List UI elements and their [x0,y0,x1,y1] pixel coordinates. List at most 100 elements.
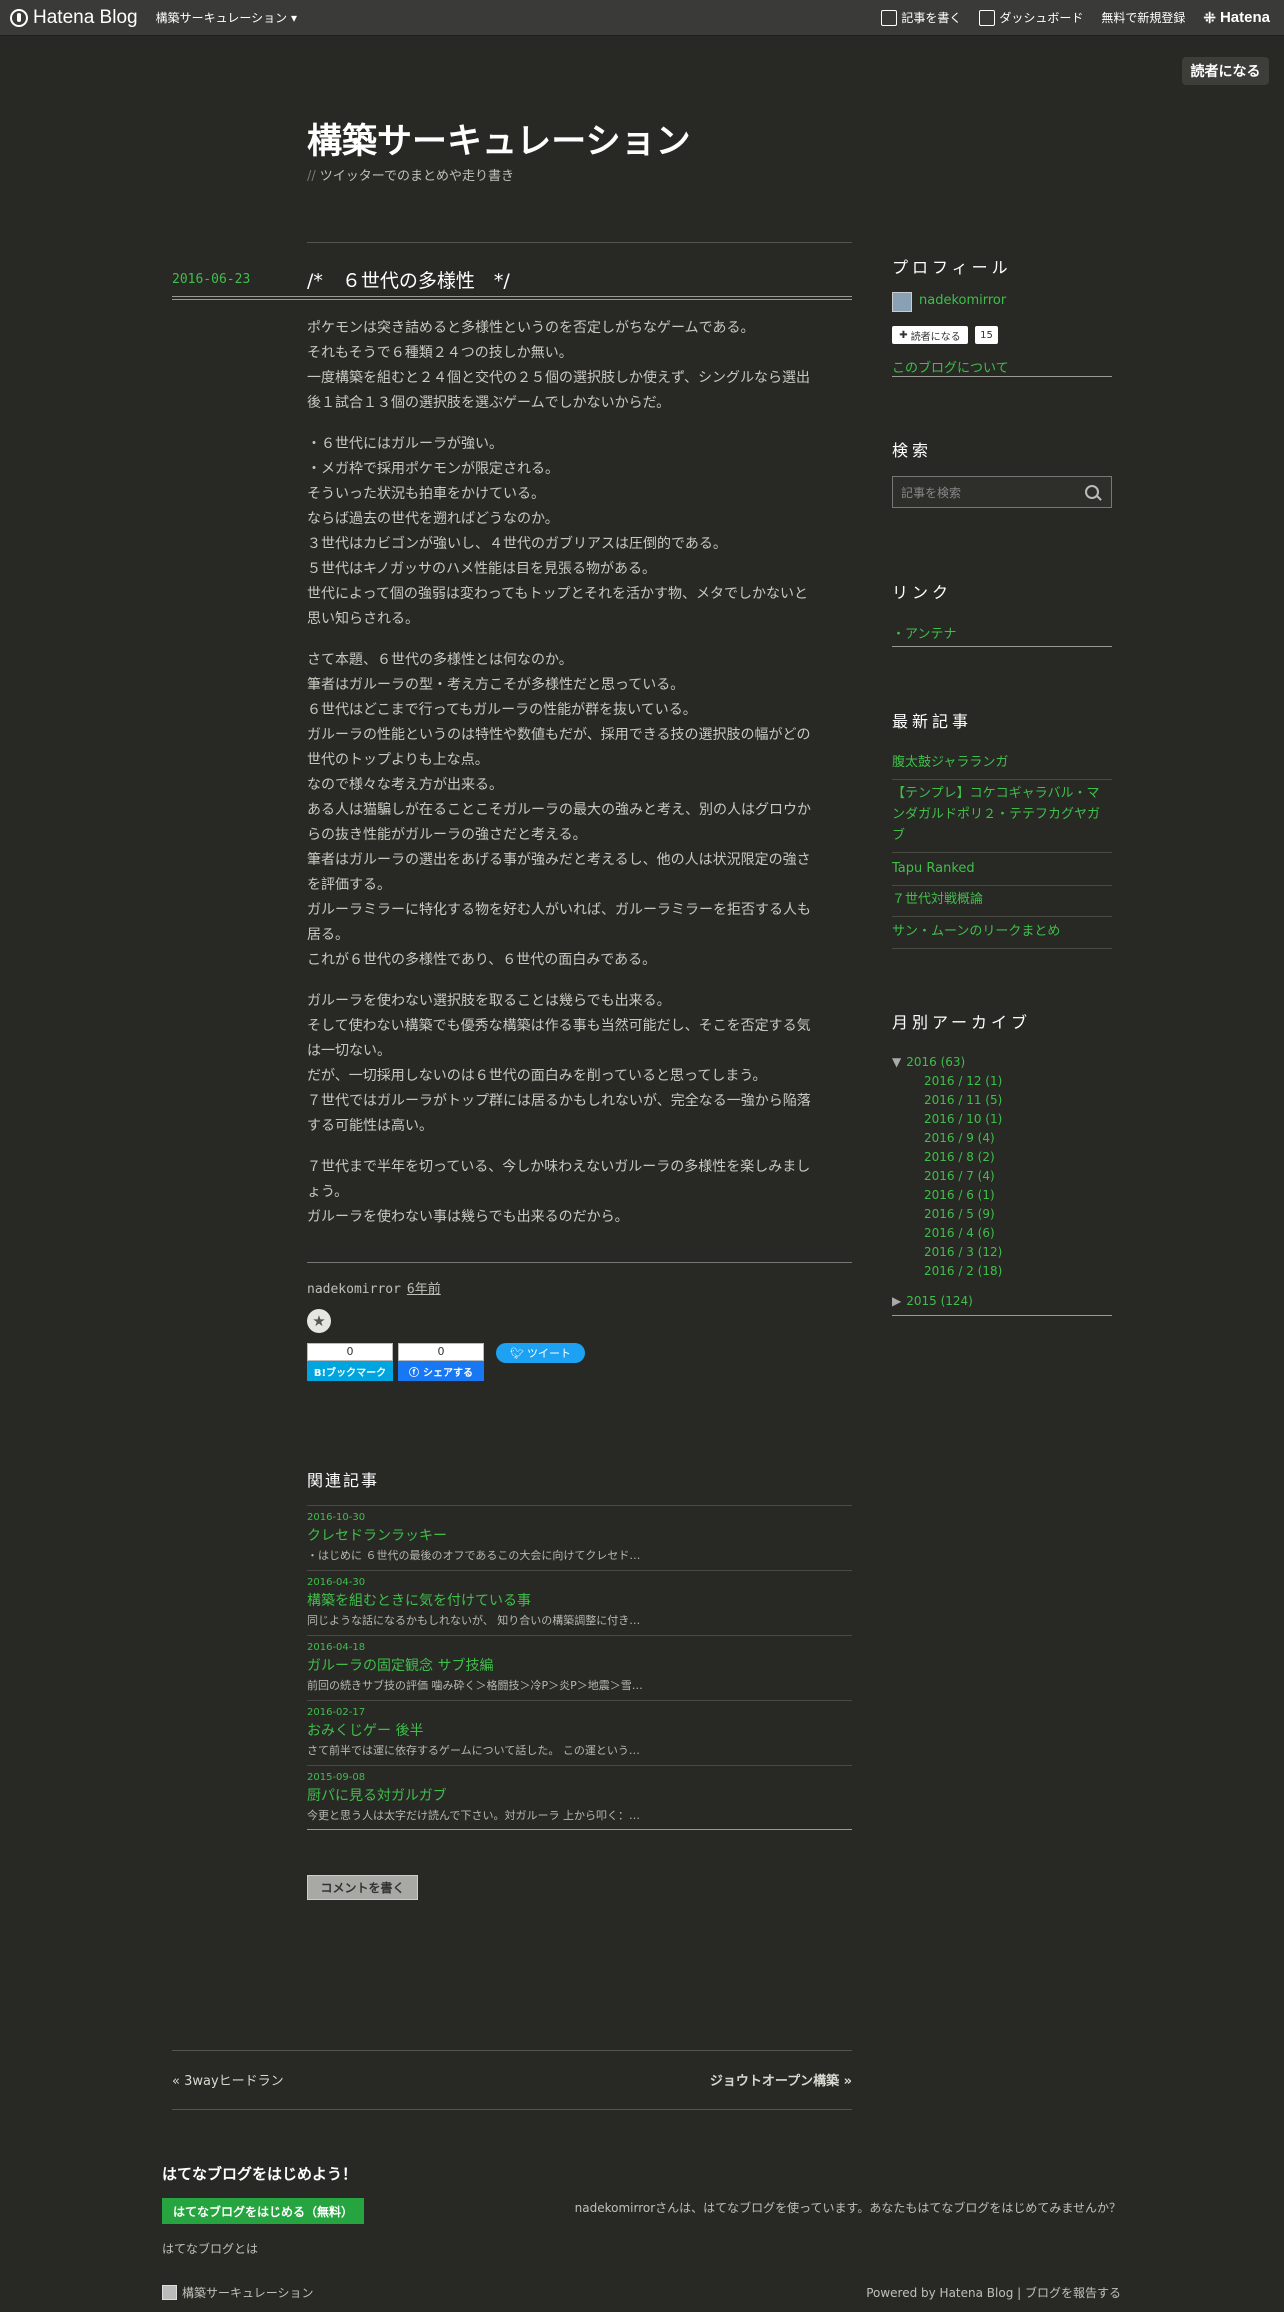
entry-line: ６世代はどこまで行ってもガルーラの性能が群を抜いている。 [307,702,697,718]
related-entry-date: 2016-04-30 [307,1577,366,1588]
entry-line: 筆者はガルーラの選出をあげる事が強みだと考えるし、他の人は状況限定の強さ [307,852,811,868]
related-entry[interactable]: 2016-02-17 おみくじゲー 後半 さて前半では運に依存するゲームについて話し… [307,1700,852,1758]
related-entry[interactable]: 2016-04-18 ガルーラの固定観念 サブ技編 前回の続きサブ技の評価 噛み砕く… [307,1635,852,1693]
search-input[interactable]: 記事を検索 [892,476,1112,508]
blog-icon [162,2285,177,2300]
footer-blog-link[interactable]: 構築サーキュレーション [162,2284,314,2301]
entry-time-ago[interactable]: 6年前 [407,1282,441,1297]
related-entry-summary: ・はじめに ６世代の最後のオフであるこの大会に向けてクレセド… [307,1549,641,1562]
entry-line: ３世代はカビゴンが強いし、４世代のガブリアスは圧倒的である。 [307,536,727,552]
divider [892,1315,1112,1316]
archive-month-link[interactable]: 2016 / 6 (1) [924,1188,995,1202]
entry-title[interactable]: /* ６世代の多様性 */ [307,266,510,293]
entry-line: らの抜き性能がガルーラの強さだと考える。 [307,827,587,843]
recent-entry-link[interactable]: Tapu Ranked [892,858,1112,886]
entry-line: 居る。 [307,927,349,943]
bookmark-label: B!ブックマーク [307,1361,393,1381]
search-icon[interactable] [1085,485,1099,499]
archive-month-link[interactable]: 2016 / 7 (4) [924,1169,995,1183]
related-entry-title[interactable]: 構築を組むときに気を付けている事 [307,1590,852,1610]
archive-month-link[interactable]: 2016 / 5 (9) [924,1207,995,1221]
entry-line: は一切ない。 [307,1043,391,1059]
hatena-menu[interactable]: ⁜ Hatena [1203,9,1270,27]
archive-year-2015[interactable]: ▶ 2015 (124) [892,1294,973,1308]
write-entry-link[interactable]: 記事を書く [881,9,961,26]
entry-line: それもそうで６種類２４つの技しか無い。 [307,345,573,361]
entry-line: ・６世代にはガルーラが強い。 [307,436,503,452]
related-entry[interactable]: 2016-04-30 構築を組むときに気を付けている事 同じような話になるかもしれな… [307,1570,852,1628]
hatena-label: Hatena [1219,9,1270,26]
recent-entry-link[interactable]: 腹太鼓ジャラランガ [892,752,1112,780]
write-comment-button[interactable]: コメントを書く [307,1875,418,1900]
archive-month-link[interactable]: 2016 / 3 (12) [924,1245,1002,1259]
logo-text: Hatena Blog [33,6,138,28]
subscribe-button[interactable]: 読者になる [1182,57,1269,85]
facebook-share-button[interactable]: 0 ⓕ シェアする [398,1343,484,1381]
entry-date[interactable]: 2016-06-23 [172,272,250,287]
avatar[interactable] [892,292,912,312]
entry-line: する可能性は高い。 [307,1118,433,1134]
start-blog-title: はてなブログをはじめよう！ [162,2165,358,2183]
related-entry[interactable]: 2015-09-08 厨パに見る対ガルガブ 今更と思う人は太字だけ読んで下さい。対ガ… [307,1765,852,1823]
write-label: 記事を書く [901,11,962,25]
archive-month-link[interactable]: 2016 / 8 (2) [924,1150,995,1164]
blog-menu[interactable]: 構築サーキュレーション ▾ [156,9,297,26]
entry-paragraph: さて本題、６世代の多様性とは何なのか。 筆者はガルーラの型・考え方こそが多様性だと… [307,648,852,973]
links-heading: リンク [892,583,953,602]
start-blog-button[interactable]: はてなブログをはじめる（無料） [162,2198,364,2224]
entry-line: 一度構築を組むと２４個と交代の２５個の選択肢しか使えず、シングルなら選出 [307,370,811,386]
tweet-label: ツイート [526,1347,571,1360]
profile-name-link[interactable]: nadekomirror [919,293,1006,308]
title-divider [172,296,852,300]
entry-line: なので様々な考え方が出来る。 [307,777,503,793]
entry-line: 世代によって個の強弱は変わってもトップとそれを活かす物、メタでしかないと [307,586,809,602]
recent-entry-link[interactable]: サン・ムーンのリークまとめ [892,921,1112,949]
pager-next-link[interactable]: ジョウトオープン構築 » [710,2070,852,2089]
recent-entry-link[interactable]: ７世代対戦概論 [892,889,1112,917]
about-hatena-blog-link[interactable]: はてなブログとは [162,2240,258,2257]
entry-body: ポケモンは突き詰めると多様性というのを否定しがちなゲームである。 それもそうで６種… [307,316,852,1246]
blog-description: //ツイッターでのまとめや走り書き [307,165,514,184]
about-blog-link[interactable]: このブログについて [892,357,1009,376]
related-entry-title[interactable]: 厨パに見る対ガルガブ [307,1785,852,1805]
related-entry-date: 2015-09-08 [307,1772,366,1783]
archive-heading: 月別アーカイブ [892,1013,1032,1032]
dashboard-link[interactable]: ダッシュボード [979,9,1083,26]
divider [892,376,1112,377]
related-entry-title[interactable]: おみくじゲー 後半 [307,1720,852,1740]
author-name[interactable]: nadekomirror [307,1282,401,1297]
add-star-icon[interactable]: ★ [307,1309,331,1333]
sidebar-subscribe-button[interactable]: ✚ 読者になる [892,326,968,344]
archive-year-label: 2016 (63) [906,1055,966,1069]
pager-prev-link[interactable]: « 3wayヒードラン [172,2070,284,2089]
entry-paragraph: ７世代まで半年を切っている、今しか味わえないガルーラの多様性を楽しみまし ょう。ガ… [307,1155,852,1230]
powered-by[interactable]: Powered by Hatena Blog | ブログを報告する [866,2284,1121,2301]
related-entry-title[interactable]: ガルーラの固定観念 サブ技編 [307,1655,852,1675]
recent-entry-link[interactable]: 【テンプレ】コケコギャラバル・マンダガルドポリ２・テテフカグヤガブ [892,783,1112,853]
archive-month-link[interactable]: 2016 / 12 (1) [924,1074,1002,1088]
dashboard-icon [979,9,996,26]
entry-line: 世代のトップよりも上な点。 [307,752,489,768]
divider [172,2109,852,2110]
tweet-button[interactable]: 🐦︎ ツイート [496,1343,585,1363]
entry-line: 後１試合１３個の選択肢を選ぶゲームでしかないからだ。 [307,395,671,411]
hatena-bookmark-button[interactable]: 0 B!ブックマーク [307,1343,393,1381]
slash-decoration: // [307,169,316,184]
blog-title[interactable]: 構築サーキュレーション [307,113,691,164]
archive-month-link[interactable]: 2016 / 2 (18) [924,1264,1002,1278]
related-entry[interactable]: 2016-10-30 クレセドランラッキー ・はじめに ６世代の最後のオフであるこの… [307,1505,852,1563]
related-entry-title[interactable]: クレセドランラッキー [307,1525,852,1545]
archive-month-link[interactable]: 2016 / 9 (4) [924,1131,995,1145]
archive-year-2016[interactable]: ▼ 2016 (63) [892,1055,965,1069]
archive-month-link[interactable]: 2016 / 4 (6) [924,1226,995,1240]
recent-entries-heading: 最新記事 [892,712,973,731]
hatena-blog-logo[interactable]: Hatena Blog [10,7,138,29]
archive-month-link[interactable]: 2016 / 11 (5) [924,1093,1002,1107]
entry-line: 筆者はガルーラの型・考え方こそが多様性だと思っている。 [307,677,685,693]
entry-line: ７世代ではガルーラがトップ群には居るかもしれないが、完全なる一強から陥落 [307,1093,811,1109]
entry-line: そういった状況も拍車をかけている。 [307,486,545,502]
archive-month-link[interactable]: 2016 / 10 (1) [924,1112,1002,1126]
signup-link[interactable]: 無料で新規登録 [1101,9,1185,26]
antenna-link[interactable]: ・アンテナ [892,623,956,642]
subscriber-count[interactable]: 15 [975,326,998,344]
